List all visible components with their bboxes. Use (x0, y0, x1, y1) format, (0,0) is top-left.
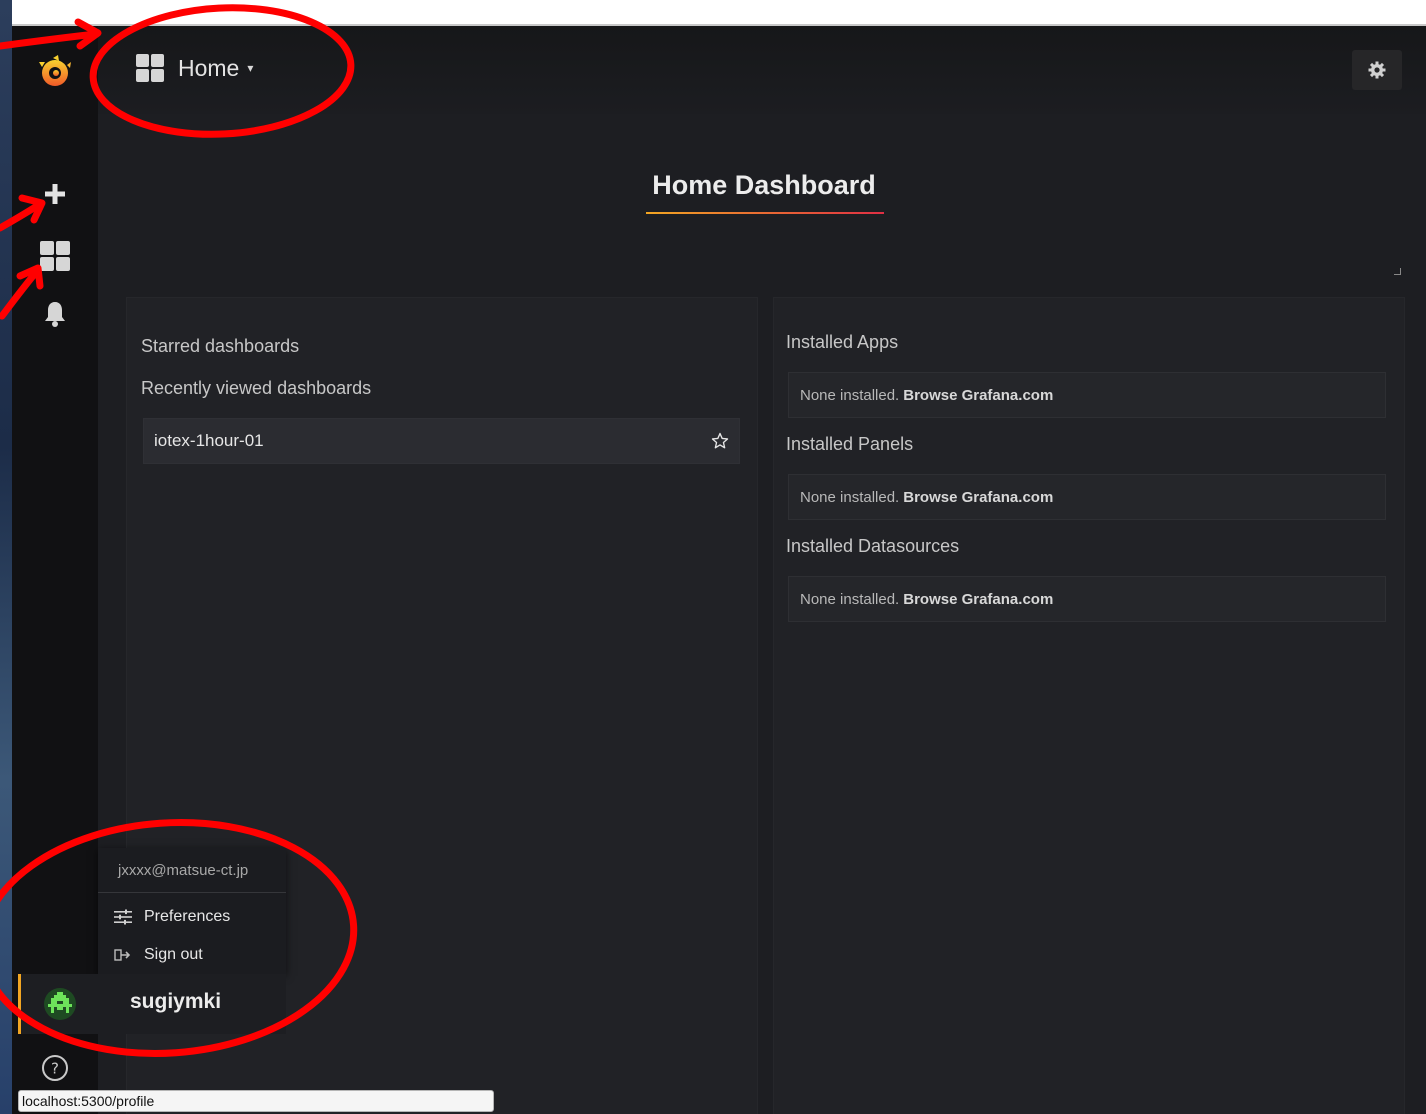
sidebar: ? (12, 26, 98, 1114)
chevron-down-icon: ▾ (247, 61, 254, 75)
browser-status-bar: localhost:5300/profile (18, 1090, 494, 1112)
none-installed-text: None installed. (800, 590, 900, 608)
dashboard-content: Home Dashboard Starred dashboards Recent… (98, 114, 1426, 1114)
grafana-window: ? Home ▾ Home Dashboard Starred dashboar… (12, 26, 1426, 1114)
installed-apps-heading: Installed Apps (786, 332, 899, 352)
plus-icon[interactable] (12, 174, 98, 214)
starred-dashboards-heading: Starred dashboards (141, 336, 300, 356)
active-indicator (18, 974, 21, 1034)
panel-resize-handle[interactable] (1394, 268, 1401, 275)
browse-grafana-link[interactable]: Browse Grafana.com (903, 489, 1053, 506)
preferences-label: Preferences (144, 908, 231, 925)
page-title: Home Dashboard (652, 170, 876, 200)
settings-button[interactable] (1352, 50, 1402, 90)
dashboard-link[interactable]: iotex-1hour-01 (154, 431, 264, 451)
star-icon[interactable] (711, 432, 729, 450)
avatar-icon (48, 992, 72, 1013)
plugins-panel: Installed Apps None installed. Browse Gr… (773, 297, 1405, 1114)
installed-apps-list: None installed. Browse Grafana.com (788, 372, 1386, 418)
gear-icon (1368, 61, 1386, 79)
desktop-background (0, 0, 12, 1114)
dashboard-picker-button[interactable]: Home ▾ (136, 54, 253, 82)
avatar (44, 988, 76, 1020)
grafana-logo-icon[interactable] (12, 52, 98, 92)
list-item[interactable]: iotex-1hour-01 (143, 418, 740, 464)
installed-panels-list: None installed. Browse Grafana.com (788, 474, 1386, 520)
dashboards-grid-icon[interactable] (12, 236, 98, 276)
recent-dashboards-heading: Recently viewed dashboards (141, 378, 372, 398)
bell-icon[interactable] (12, 294, 98, 334)
browse-grafana-link[interactable]: Browse Grafana.com (903, 591, 1053, 608)
none-installed-text: None installed. (800, 386, 900, 404)
installed-datasources-list: None installed. Browse Grafana.com (788, 576, 1386, 622)
dashboards-grid-icon (136, 54, 164, 82)
svg-text:?: ? (51, 1060, 59, 1078)
installed-panels-heading: Installed Panels (786, 434, 914, 454)
sliders-icon (114, 909, 132, 925)
sign-out-icon (114, 949, 131, 961)
browse-grafana-link[interactable]: Browse Grafana.com (903, 387, 1053, 404)
installed-datasources-heading: Installed Datasources (786, 536, 960, 556)
preferences-menu-item[interactable]: Preferences (114, 908, 230, 926)
sign-out-label: Sign out (144, 946, 203, 963)
menu-divider (98, 892, 286, 893)
top-navbar: Home ▾ (98, 26, 1426, 114)
profile-email: jxxxx@matsue-ct.jp (118, 862, 249, 879)
sign-out-menu-item[interactable]: Sign out (114, 946, 203, 964)
dashboard-title: Home (178, 54, 240, 81)
title-underline (646, 212, 884, 214)
user-profile-button[interactable]: sugiymki (18, 974, 286, 1034)
help-icon[interactable]: ? (12, 1048, 98, 1088)
username-label: sugiymki (130, 990, 222, 1013)
profile-dropdown-menu: jxxxx@matsue-ct.jp Preferences Sign out (98, 848, 286, 974)
none-installed-text: None installed. (800, 488, 900, 506)
